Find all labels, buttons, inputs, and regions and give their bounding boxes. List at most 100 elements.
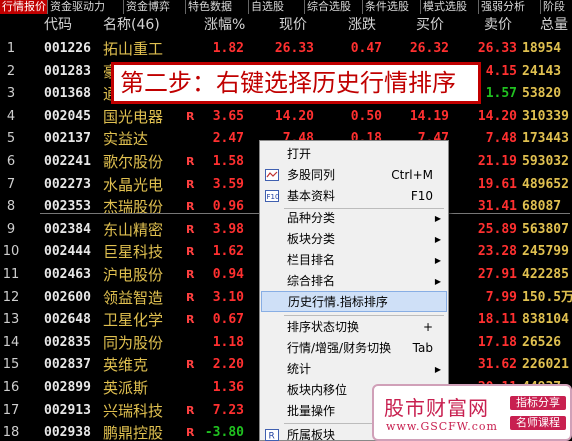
tab-fund-driver[interactable]: 资金驱动力 (48, 0, 124, 14)
total-volume: 26526 (522, 334, 562, 350)
stock-name: 同为股份 (103, 333, 164, 352)
column-header: 代码 名称(46) 涨幅% 现价 涨跌 买价 卖价 总量 (0, 14, 572, 36)
ask-price: 27.91 (477, 267, 517, 282)
bid-price: 26.32 (409, 41, 449, 56)
tab-feature-data[interactable]: 特色数据 (186, 0, 249, 14)
row-index: 10 (2, 244, 20, 260)
col-code[interactable]: 代码 (44, 14, 72, 36)
col-pct[interactable]: 涨幅% (204, 14, 245, 36)
stock-code: 002273 (44, 176, 91, 192)
change-percent: 0.94 (212, 267, 244, 282)
stock-name: 英维克 (103, 356, 149, 375)
total-volume: 422285 (522, 267, 569, 282)
change-percent: 1.82 (212, 41, 244, 56)
tab-quotes[interactable]: 行情报价 (0, 0, 48, 14)
margin-flag: R (186, 403, 195, 417)
total-volume: 150.5万 (522, 289, 572, 305)
instruction-banner: 第二步：右键选择历史行情排序 (111, 62, 481, 104)
submenu-arrow-icon: ▶ (434, 256, 441, 265)
current-price: 14.20 (274, 108, 314, 124)
stock-code: 002835 (44, 334, 91, 350)
total-volume: 173443 (522, 131, 569, 147)
menu-item-label: 统计 (287, 362, 312, 376)
menu-item-label: 板块分类 (287, 232, 336, 246)
change-percent: 1.58 (212, 154, 244, 169)
margin-flag: R (186, 177, 195, 191)
menu-item-block-category[interactable]: 板块分类 ▶ (261, 229, 447, 250)
ask-price: 31.62 (477, 357, 517, 373)
stock-code: 002648 (44, 312, 91, 328)
row-index: 13 (2, 312, 20, 328)
col-volume[interactable]: 总量 (540, 14, 568, 36)
menu-shortcut: Tab (412, 341, 433, 355)
stock-code: 002384 (44, 221, 91, 237)
menu-item-label: 所属板块 (287, 428, 336, 441)
watermark-badge-course: 名师课程 (510, 416, 566, 430)
current-price: 26.33 (274, 41, 314, 56)
stock-name: 杰瑞股份 (103, 198, 164, 217)
col-price[interactable]: 现价 (279, 14, 307, 36)
bid-price: 14.19 (409, 108, 449, 124)
tab-composite-select[interactable]: 综合选股 (305, 0, 363, 14)
total-volume: 24143 (522, 63, 562, 79)
change-percent: 7.23 (212, 402, 244, 418)
row-index: 11 (2, 267, 20, 282)
col-change[interactable]: 涨跌 (348, 14, 376, 36)
stock-name: 歌尔股份 (103, 153, 164, 171)
menu-item-statistics[interactable]: 统计 ▶ (261, 359, 447, 380)
change-percent: 3.10 (212, 289, 244, 305)
change-percent: 1.62 (212, 244, 244, 260)
table-row[interactable]: 4 002045 国光电器 R 3.65 14.20 0.50 14.19 14.20 31033… (0, 106, 572, 129)
row-index: 16 (2, 380, 20, 395)
menu-item-label: 批量操作 (287, 404, 336, 418)
menu-item-label: 栏目排名 (287, 253, 336, 267)
r-block-icon: R (265, 429, 279, 441)
margin-flag: R (186, 200, 195, 214)
table-row[interactable]: 1 001226 拓山重工 1.82 26.33 0.47 26.32 26.33 18954 (0, 38, 572, 61)
menu-item-view-switch[interactable]: 行情/增强/财务切换 Tab (261, 338, 447, 359)
margin-flag: R (186, 358, 195, 372)
menu-item-history-sort[interactable]: 历史行情.指标排序 (261, 291, 447, 312)
menu-item-label: 综合排名 (287, 274, 336, 288)
menu-item-basic-info[interactable]: F10 基本资料 F10 (261, 186, 447, 207)
col-buy[interactable]: 买价 (416, 14, 444, 36)
menu-separator (284, 315, 444, 316)
tab-watchlist[interactable]: 自选股 (249, 0, 305, 14)
tab-stage[interactable]: 阶段 (541, 0, 572, 14)
stock-name: 领益智造 (103, 288, 164, 307)
col-name[interactable]: 名称(46) (103, 14, 160, 36)
menu-item-label: 板块内移位 (287, 383, 348, 397)
tab-condition-select[interactable]: 条件选股 (363, 0, 421, 14)
menu-item-variety-category[interactable]: 品种分类 ▶ (261, 208, 447, 229)
stock-name: 实益达 (103, 130, 149, 149)
menu-item-label: 打开 (287, 147, 312, 161)
ask-price: 17.18 (477, 334, 517, 350)
change-percent: 3.65 (212, 108, 244, 124)
menu-item-composite-rank[interactable]: 综合排名 ▶ (261, 271, 447, 292)
tab-strength-analysis[interactable]: 强弱分析 (479, 0, 541, 14)
row-index: 1 (6, 41, 16, 56)
menu-item-label: 历史行情.指标排序 (288, 295, 388, 309)
change-percent: 3.98 (212, 221, 244, 237)
menu-item-sort-toggle[interactable]: 排序状态切换 + (261, 317, 447, 338)
menu-item-multi-stock[interactable]: 多股同列 Ctrl+M (261, 165, 447, 186)
total-volume: 563807 (522, 221, 569, 237)
row-index: 9 (6, 221, 16, 237)
menu-item-open[interactable]: 打开 (261, 144, 447, 165)
total-volume: 245799 (522, 244, 569, 260)
tab-fund-game[interactable]: 资金博弈 (124, 0, 186, 14)
col-sell[interactable]: 卖价 (484, 14, 512, 36)
stock-code: 001368 (44, 86, 91, 102)
stock-name: 东山精密 (103, 220, 164, 239)
margin-flag: R (186, 313, 195, 327)
menu-item-column-rank[interactable]: 栏目排名 ▶ (261, 250, 447, 271)
stock-name: 巨星科技 (103, 243, 164, 262)
total-volume: 53820 (522, 86, 562, 102)
menu-shortcut: Ctrl+M (391, 168, 433, 182)
stock-name: 水晶光电 (103, 175, 164, 194)
tab-pattern-select[interactable]: 模式选股 (421, 0, 479, 14)
stock-code: 002600 (44, 289, 91, 305)
menu-item-label: 品种分类 (287, 211, 336, 225)
change-percent: 2.20 (212, 357, 244, 373)
menu-item-label: 行情/增强/财务切换 (287, 341, 392, 355)
